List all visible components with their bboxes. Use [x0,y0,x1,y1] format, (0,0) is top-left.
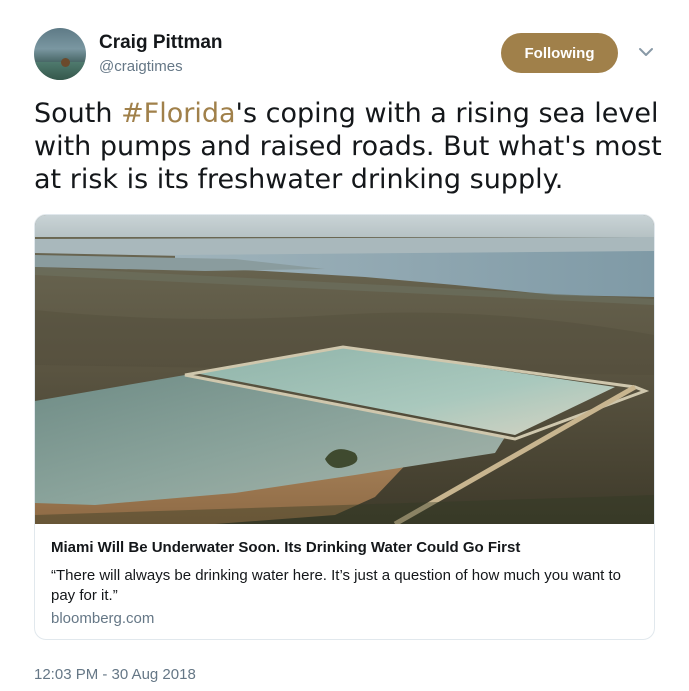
author-handle[interactable]: @craigtimes [99,58,183,75]
avatar-figure [61,58,70,67]
tweet-text: South #Florida's coping with a rising se… [34,97,664,196]
tweet-timestamp[interactable]: 12:03 PM - 30 Aug 2018 [34,666,196,683]
link-card[interactable]: Miami Will Be Underwater Soon. Its Drink… [34,214,655,640]
card-domain: bloomberg.com [51,610,155,627]
following-button[interactable]: Following [501,33,618,73]
card-title[interactable]: Miami Will Be Underwater Soon. Its Drink… [51,539,520,556]
avatar-water [34,62,86,80]
card-description: “There will always be drinking water her… [51,567,621,604]
card-image[interactable] [35,215,654,524]
hashtag-link[interactable]: #Florida [121,98,235,129]
chevron-down-icon[interactable] [636,44,656,60]
author-name[interactable]: Craig Pittman [99,32,223,54]
avatar[interactable] [34,28,86,80]
tweet-text-start: South [34,98,122,129]
